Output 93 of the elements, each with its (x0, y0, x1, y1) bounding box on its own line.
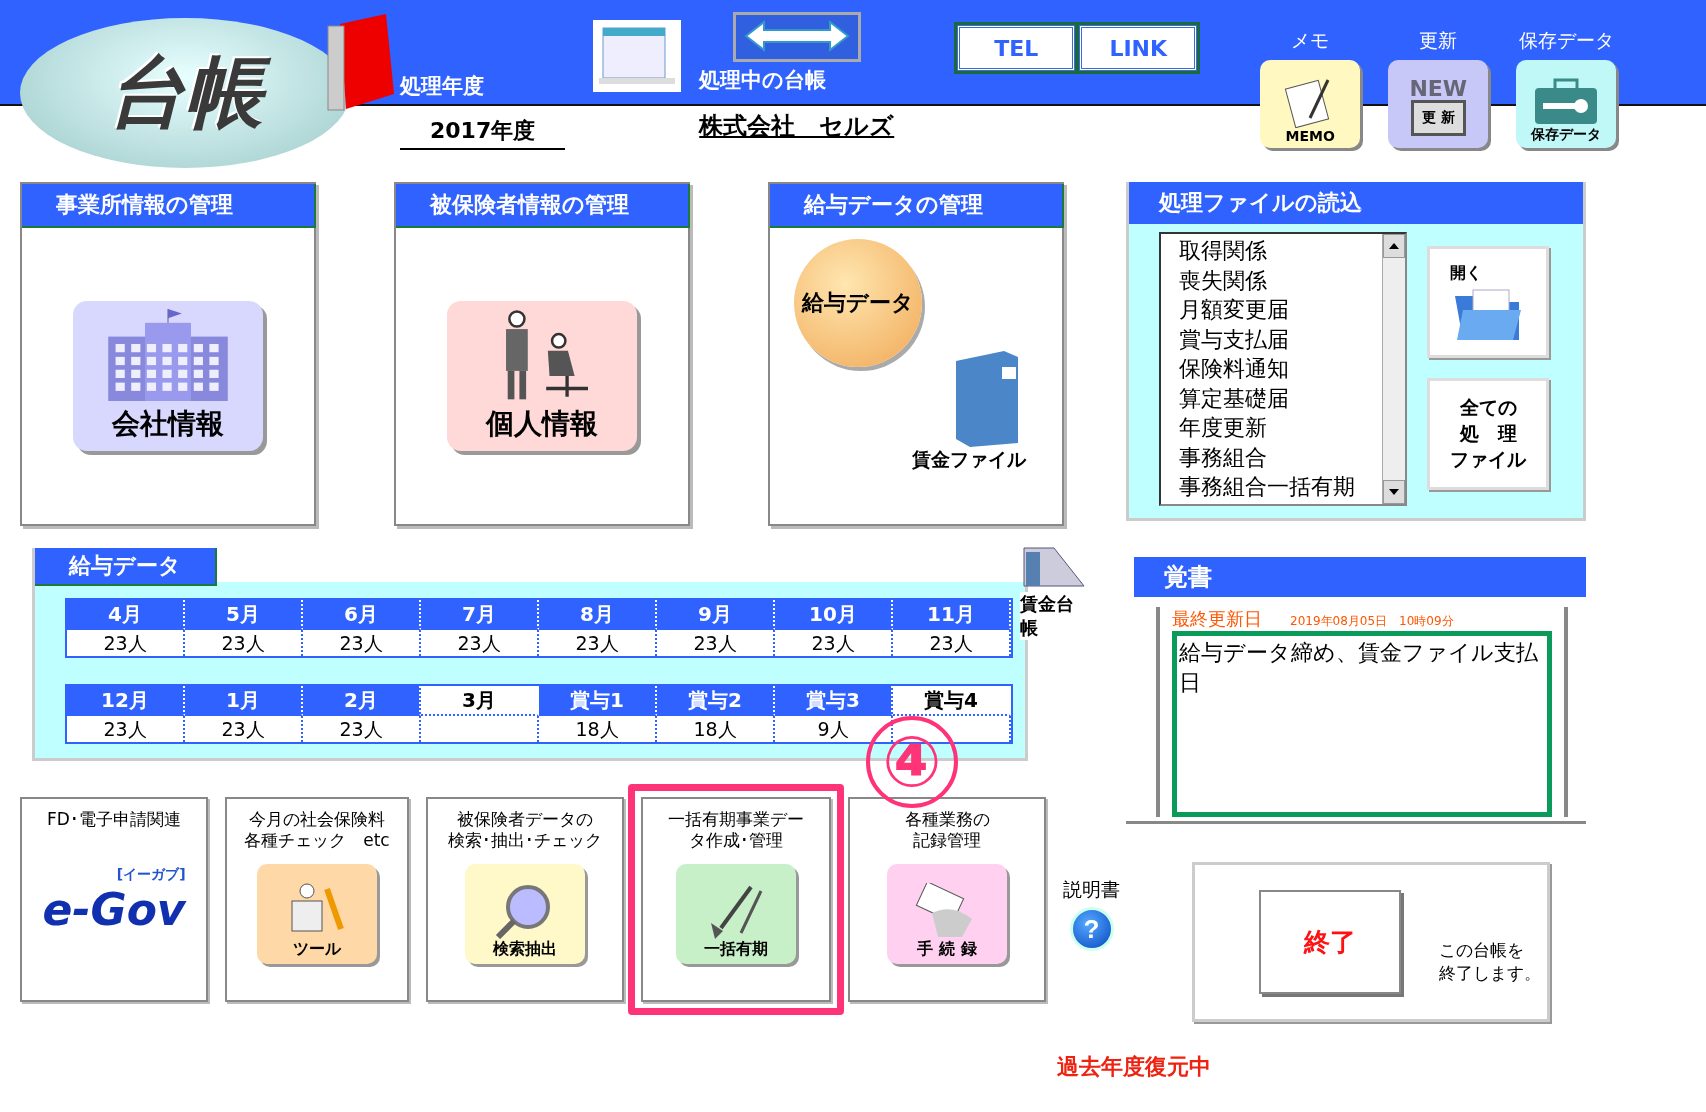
link-button[interactable]: TEL (957, 25, 1076, 71)
switch-ledger-button[interactable] (732, 12, 861, 62)
tool-button[interactable]: 保存データ (1516, 60, 1617, 148)
headcount-cell: 23人 (303, 630, 421, 656)
calendar-icon (593, 20, 682, 92)
headcount-cell: 18人 (539, 716, 657, 742)
panel-title: 給与データ (35, 548, 217, 586)
headcount-cell: 23人 (657, 630, 775, 656)
fiscal-year: 2017年度 (400, 116, 566, 150)
status-message: 過去年度復元中 (1057, 1053, 1211, 1081)
headcount-cell: 23人 (893, 630, 1011, 656)
month-header[interactable]: 11月 (893, 600, 1011, 630)
memo-field[interactable]: 給与データ締め、賃金ファイル支払日 (1172, 631, 1552, 817)
task-label: 今月の社会保険料 (249, 809, 385, 831)
monitor-icon: 更 新 (1410, 100, 1466, 136)
icon-button[interactable]: ツール (257, 863, 377, 964)
headcount-cell: 9人 (775, 716, 893, 742)
tool-label: メモ (1291, 28, 1330, 53)
headcount-cell: 23人 (303, 716, 421, 742)
headcount-cell: 23人 (775, 630, 893, 656)
list-item[interactable]: 保険料通知 (1179, 354, 1382, 384)
icon-button[interactable]: 手 続 録 (887, 863, 1007, 964)
panel-title: 覚書 (1134, 557, 1586, 597)
month-header[interactable]: 5月 (185, 600, 303, 630)
updated-time: 2019年08月05日 10時09分 (1290, 613, 1454, 630)
headcount-cell: 23人 (539, 630, 657, 656)
tool-label: 更新 (1419, 28, 1458, 53)
month-header[interactable]: 9月 (657, 600, 775, 630)
list-item[interactable]: 年度更新 (1179, 413, 1382, 443)
task-label: FD･電子申請関連 (47, 809, 181, 831)
month-header[interactable]: 6月 (303, 600, 421, 630)
list-item[interactable]: 事務組合一括有期 (1179, 472, 1382, 502)
list-item[interactable]: 事務組合 (1179, 442, 1382, 472)
task-label: 記録管理 (913, 830, 981, 852)
tool-button[interactable]: NEW 更 新 (1388, 60, 1489, 148)
scrollbar[interactable] (1382, 234, 1405, 504)
list-item[interactable]: 取得関係 (1179, 236, 1382, 266)
exit-note: この台帳を (1439, 939, 1525, 962)
logo-text[interactable]: e-Gov (42, 884, 186, 936)
all-files-button[interactable]: 全ての 処 理 ファイル (1427, 378, 1549, 490)
ledger-label: 処理中の台帳 (699, 67, 827, 94)
file-list[interactable]: 取得関係 喪失関係 月額変更届 賞与支払届 保険料通知 算定基礎届 年度更新 事務組合 事務組合一括有期 (1159, 232, 1407, 506)
annotation-number: ④ (866, 716, 958, 808)
list-item[interactable]: 月額変更届 (1179, 295, 1382, 325)
panel-title: 処理ファイルの読込 (1129, 182, 1583, 224)
tool-button[interactable]: MEMO (1260, 60, 1361, 148)
headcount-cell: 23人 (67, 716, 185, 742)
updated-label: 最終更新日 (1172, 607, 1262, 631)
task-label: 各種業務の (904, 809, 990, 831)
icon-button[interactable]: 検索抽出 (465, 863, 585, 964)
tool-caption: 保存データ (1531, 126, 1602, 144)
month-header[interactable]: 12月 (67, 686, 185, 716)
task-label: タ作成･管理 (689, 830, 783, 852)
month-header[interactable]: 賞与1 (539, 686, 657, 716)
wage-file-caption: 賃金ファイル (912, 447, 1026, 472)
task-label: 検索･抽出･チェック (448, 830, 602, 852)
tool-label: 保存データ (1518, 28, 1614, 53)
company-name: 株式会社 セルズ (699, 111, 895, 142)
year-label: 処理年度 (400, 73, 484, 100)
scroll-up-icon[interactable] (1389, 243, 1399, 249)
icon-button[interactable]: 一括有期 (676, 863, 796, 964)
month-header[interactable]: 1月 (185, 686, 303, 716)
manual-label: 説明書 (1063, 877, 1120, 902)
panel-title: 事業所情報の管理 (22, 184, 316, 228)
panel-title: 被保険者情報の管理 (396, 184, 690, 228)
month-header[interactable]: 10月 (775, 600, 893, 630)
month-header[interactable]: 8月 (539, 600, 657, 630)
link-button[interactable]: LINK (1079, 25, 1198, 71)
headcount-cell: 23人 (67, 630, 185, 656)
headcount-cell: 23人 (185, 716, 303, 742)
tool-caption: MEMO (1285, 128, 1335, 144)
list-item[interactable]: 喪失関係 (1179, 265, 1382, 295)
exit-note: 終了します。 (1439, 962, 1541, 985)
month-header[interactable]: 2月 (303, 686, 421, 716)
month-header[interactable]: 7月 (421, 600, 539, 630)
month-header[interactable]: 賞与3 (775, 686, 893, 716)
panel-title: 給与データの管理 (770, 184, 1064, 228)
task-label: 被保険者データの (457, 809, 593, 831)
scroll-down-icon[interactable] (1389, 489, 1399, 495)
binder-icon (326, 14, 396, 114)
open-button[interactable]: 開く (1427, 246, 1549, 358)
list-item[interactable]: 算定基礎届 (1179, 383, 1382, 413)
month-header[interactable]: 4月 (67, 600, 185, 630)
headcount-cell: 23人 (185, 630, 303, 656)
headcount-cell: 18人 (657, 716, 775, 742)
task-label: 各種チェック etc (244, 830, 390, 852)
logo-caption: [イーガブ] (116, 866, 186, 885)
month-header[interactable]: 賞与2 (657, 686, 775, 716)
list-item[interactable]: 賞与支払届 (1179, 324, 1382, 354)
exit-button[interactable]: 終了 (1259, 890, 1401, 994)
new-label: NEW (1409, 78, 1468, 100)
headcount-cell: 23人 (421, 630, 539, 656)
task-label: 一括有期事業デー (668, 809, 804, 831)
